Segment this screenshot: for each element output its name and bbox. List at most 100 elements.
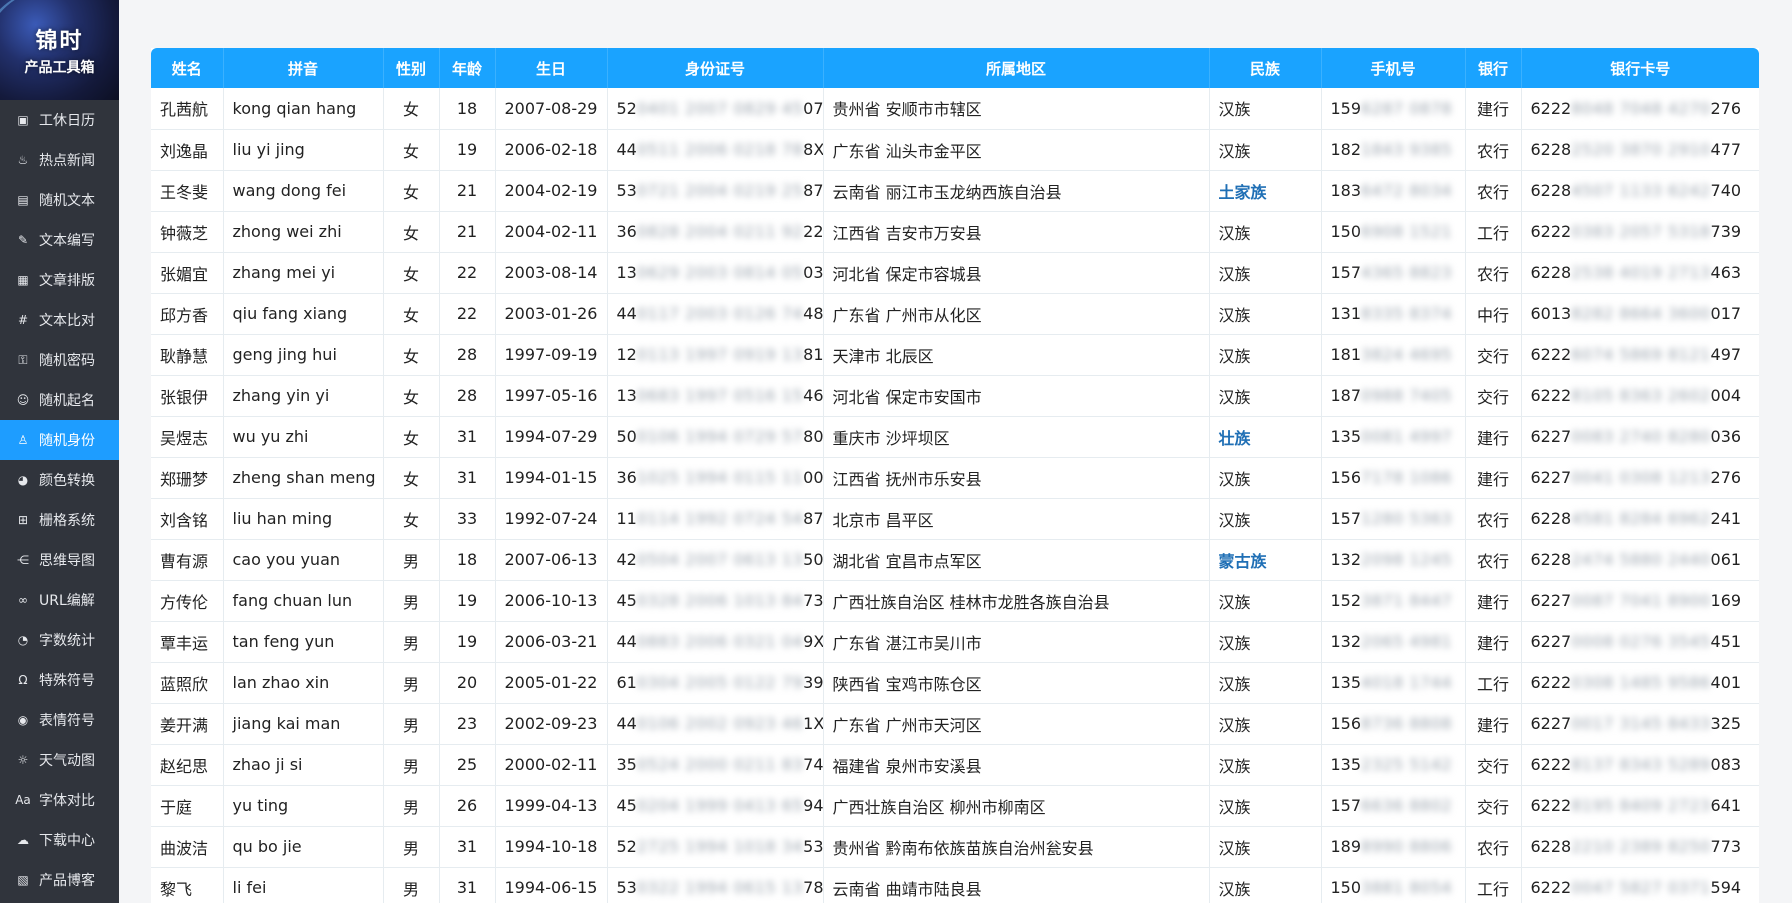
app-logo[interactable]: 锦时 产品工具箱 (0, 0, 119, 100)
card-masked: 0017 3145 8433 (1571, 714, 1711, 733)
user-id-icon: ♙ (17, 433, 29, 447)
card-number-cell: 62282474 5880 2440061 (1521, 539, 1759, 581)
phone-masked: 6287 0878 (1361, 98, 1453, 118)
card-prefix: 6228 (1530, 263, 1572, 282)
id-prefix: 50 (616, 427, 637, 446)
phone-cell: 1813824 4695 (1321, 334, 1466, 376)
sidebar-item-9[interactable]: ♙ 随机身份 (0, 420, 119, 460)
sidebar-item-12[interactable]: ⋲ 思维导图 (0, 540, 119, 580)
card-masked: 0083 2740 8280 (1571, 427, 1711, 446)
card-prefix: 6222 (1530, 222, 1572, 241)
card-masked: 2210 2389 8250 (1571, 837, 1711, 856)
gender-cell: 女 (383, 457, 440, 499)
bank-cell: 工行 (1465, 867, 1522, 903)
id-prefix: 45 (616, 796, 637, 815)
phone-cell: 1352325 5142 (1321, 744, 1466, 786)
card-number-cell: 62284507 1133 6242740 (1521, 170, 1759, 212)
nation-text: 汉族 (1218, 674, 1251, 694)
name-cell: 方传伦 (151, 580, 224, 622)
sidebar-item-7[interactable]: ⚿ 随机密码 (0, 340, 119, 380)
sidebar-item-6[interactable]: # 文本比对 (0, 300, 119, 340)
card-masked: 0308 1485 9586 (1571, 673, 1711, 692)
phone-cell: 1821843 9385 (1321, 129, 1466, 171)
id-masked: 0106 2002 0923 46 (636, 714, 804, 733)
sidebar-item-label: URL编解 (39, 593, 95, 609)
card-number-cell: 62282538 4019 2713463 (1521, 252, 1759, 294)
id-masked: 1025 1994 0115 11 (636, 468, 804, 487)
table-row: 于庭 yu ting 男 26 1999-04-13 450204 1999 0413 6… (151, 785, 1759, 827)
pinyin-cell: zhong wei zhi (223, 211, 384, 253)
age-cell: 21 (439, 170, 496, 212)
gender-cell: 女 (383, 416, 440, 458)
id-number-cell: 522725 1994 1018 3453 (607, 826, 824, 868)
sidebar-item-16[interactable]: ◉ 表情符号 (0, 700, 119, 740)
table-row: 孔茜航 kong qian hang 女 18 2007-08-29 520401 200… (151, 88, 1759, 130)
gender-cell: 女 (383, 334, 440, 376)
phone-prefix: 159 (1330, 98, 1362, 118)
nation-text: 汉族 (1218, 387, 1251, 407)
smile-icon: ☺ (16, 393, 30, 407)
id-prefix: 13 (616, 263, 637, 282)
pinyin-cell: wang dong fei (223, 170, 384, 212)
id-suffix: 48 (803, 304, 823, 323)
sidebar-item-4[interactable]: ✎ 文本编写 (0, 220, 119, 260)
sidebar-item-label: 文本编写 (39, 233, 95, 249)
id-masked: 0117 2003 0126 74 (636, 304, 804, 323)
mindmap-icon: ⋲ (17, 553, 29, 567)
nation-cell: 汉族 (1209, 457, 1322, 499)
phone-prefix: 156 (1330, 468, 1362, 487)
region-cell: 广西壮族自治区 桂林市龙胜各族自治县 (823, 580, 1210, 622)
pinyin-cell: lan zhao xin (223, 662, 384, 704)
id-prefix: 12 (616, 345, 637, 364)
sidebar-item-15[interactable]: Ω 特殊符号 (0, 660, 119, 700)
sidebar-item-13[interactable]: ∞ URL编解 (0, 580, 119, 620)
sidebar-item-19[interactable]: ☁ 下载中心 (0, 820, 119, 860)
card-suffix: 276 (1710, 98, 1742, 118)
nation-cell: 汉族 (1209, 293, 1322, 335)
age-cell: 31 (439, 416, 496, 458)
bank-cell: 建行 (1465, 703, 1522, 745)
name-cell: 姜开满 (151, 703, 224, 745)
birthday-cell: 2004-02-11 (495, 211, 608, 253)
id-prefix: 52 (616, 98, 637, 118)
table-row: 赵纪思 zhao ji si 男 25 2000-02-11 350524 2000 02… (151, 744, 1759, 786)
nation-text: 汉族 (1218, 469, 1251, 489)
birthday-cell: 1992-07-24 (495, 498, 608, 540)
card-prefix: 6228 (1530, 550, 1572, 569)
sidebar-item-20[interactable]: ▧ 产品博客 (0, 860, 119, 900)
card-suffix: 083 (1710, 755, 1742, 774)
age-cell: 26 (439, 785, 496, 827)
birthday-cell: 2004-02-19 (495, 170, 608, 212)
sidebar-item-11[interactable]: ⊞ 栅格系统 (0, 500, 119, 540)
name-cell: 钟薇芝 (151, 211, 224, 253)
sidebar-item-2[interactable]: ♨ 热点新闻 (0, 140, 119, 180)
region-cell: 云南省 丽江市玉龙纳西族自治县 (823, 170, 1210, 212)
sidebar-item-8[interactable]: ☺ 随机起名 (0, 380, 119, 420)
birthday-cell: 1994-06-15 (495, 867, 608, 903)
pinyin-cell: qiu fang xiang (223, 293, 384, 335)
sidebar-item-label: 下载中心 (39, 833, 95, 849)
sidebar-item-5[interactable]: ▦ 文章排版 (0, 260, 119, 300)
sidebar-item-1[interactable]: ▣ 工休日历 (0, 100, 119, 140)
sidebar-item-14[interactable]: ◔ 字数统计 (0, 620, 119, 660)
sidebar-item-10[interactable]: ◕ 颜色转换 (0, 460, 119, 500)
table-row: 曲波洁 qu bo jie 男 31 1994-10-18 522725 1994 101… (151, 826, 1759, 868)
sidebar-item-3[interactable]: ▤ 随机文本 (0, 180, 119, 220)
phone-masked: 3881 8054 (1361, 878, 1453, 897)
name-cell: 耿静慧 (151, 334, 224, 376)
id-number-cell: 350524 2000 0211 8374 (607, 744, 824, 786)
layout-icon: ▦ (17, 273, 29, 287)
id-masked: 0204 1999 0413 65 (636, 796, 804, 815)
sidebar-item-18[interactable]: Aa 字体对比 (0, 780, 119, 820)
phone-masked: 8990 8806 (1361, 837, 1453, 856)
pinyin-cell: fang chuan lun (223, 580, 384, 622)
card-masked: 4507 1133 6242 (1571, 181, 1711, 200)
id-prefix: 44 (616, 304, 637, 323)
pinyin-cell: tan feng yun (223, 621, 384, 663)
card-masked: 0041 0308 1213 (1571, 468, 1711, 487)
sidebar-item-17[interactable]: ☼ 天气动图 (0, 740, 119, 780)
nation-text: 汉族 (1218, 838, 1251, 858)
phone-prefix: 131 (1330, 304, 1362, 323)
bank-cell: 建行 (1465, 457, 1522, 499)
card-prefix: 6228 (1530, 837, 1572, 856)
